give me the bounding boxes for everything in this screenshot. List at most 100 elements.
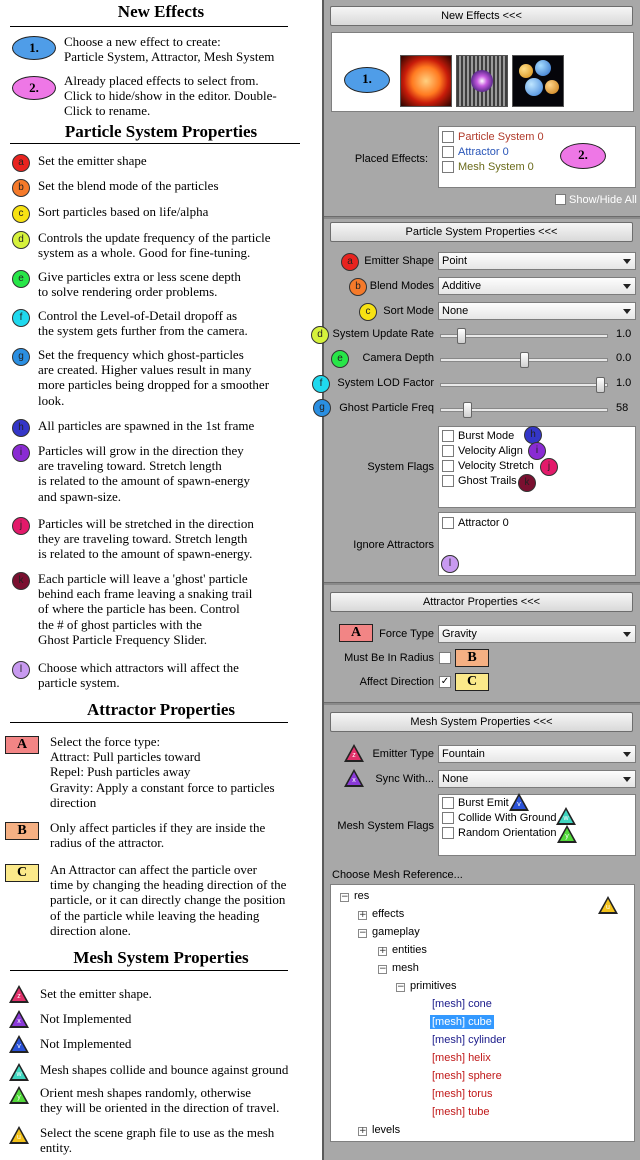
marker-e: e: [331, 350, 349, 368]
tree-node-mesh-expander[interactable]: −: [378, 965, 387, 974]
tree-mesh-item[interactable]: [mesh] tube: [430, 1105, 491, 1119]
system-flag-checkbox[interactable]: [442, 460, 454, 472]
marker-i: i: [528, 442, 546, 460]
tree-node-primitives[interactable]: primitives: [410, 980, 456, 992]
mesh-ball: [525, 78, 543, 96]
particle-props-heading: Particle System Properties: [64, 122, 258, 141]
ghost-particle-freq-slider[interactable]: [440, 402, 608, 418]
marker-h: h: [524, 426, 542, 444]
legend-circle-d: d: [12, 231, 30, 249]
tree-node-effects-expander[interactable]: +: [358, 911, 367, 920]
placed-effect-checkbox[interactable]: [442, 131, 454, 143]
tree-node-gameplay[interactable]: gameplay: [372, 926, 420, 938]
marker-A: A: [339, 624, 373, 642]
attractor-glow: [471, 70, 493, 92]
tree-node-levels-expander[interactable]: +: [358, 1127, 367, 1136]
tree-node-mesh[interactable]: mesh: [392, 962, 419, 974]
section-separator: [324, 216, 640, 219]
chevron-down-icon: [623, 752, 631, 757]
tree-node-gameplay-expander[interactable]: −: [358, 929, 367, 938]
emitter-type-dropdown[interactable]: Fountain: [438, 745, 636, 763]
new-effects-heading: New Effects: [117, 2, 205, 21]
system-flag-checkbox[interactable]: [442, 430, 454, 442]
section-separator: [324, 702, 640, 705]
system-flag-label: Velocity Stretch: [458, 460, 534, 472]
system-update-rate-slider[interactable]: [440, 328, 608, 344]
tree-mesh-item[interactable]: [mesh] cone: [430, 997, 494, 1011]
system-flags-label: System Flags: [367, 461, 434, 473]
system-update-rate-slider-thumb[interactable]: [457, 328, 466, 344]
sort-mode-label: Sort Mode: [383, 305, 434, 317]
mesh-flag-label: Collide With Ground: [458, 812, 557, 824]
tree-mesh-item[interactable]: [mesh] sphere: [430, 1069, 504, 1083]
legend-particle-text-l: Choose which attractors will affect the …: [38, 660, 239, 691]
show-hide-all-checkbox[interactable]: [555, 194, 566, 205]
attractor-section-header[interactable]: Attractor Properties <<<: [330, 592, 633, 612]
blend-modes-label: Blend Modes: [369, 280, 434, 292]
camera-depth-slider[interactable]: [440, 352, 608, 368]
legend-triangle-w: w: [9, 1063, 29, 1081]
placed-effect-item[interactable]: Particle System 0: [458, 131, 544, 143]
sync-with-dropdown[interactable]: None: [438, 770, 636, 788]
placed-effect-item[interactable]: Attractor 0: [458, 146, 509, 158]
tree-mesh-item[interactable]: [mesh] torus: [430, 1087, 495, 1101]
tree-node-effects[interactable]: effects: [372, 908, 404, 920]
system-flag-checkbox[interactable]: [442, 445, 454, 457]
tree-mesh-item[interactable]: [mesh] cube: [430, 1015, 494, 1029]
placed-effect-item[interactable]: Mesh System 0: [458, 161, 534, 173]
mesh-ball: [519, 64, 533, 78]
system-lod-factor-value: 1.0: [616, 377, 632, 389]
placed-effects-label: Placed Effects:: [354, 153, 428, 165]
legend-mesh-text-x: Not Implemented: [40, 1011, 132, 1026]
legend-particle-text-f: Control the Level-of-Detail dropoff as t…: [38, 308, 248, 339]
legend-particle-text-e: Give particles extra or less scene depth…: [38, 269, 241, 300]
tree-node-res-expander[interactable]: −: [340, 893, 349, 902]
system-lod-factor-slider-thumb[interactable]: [596, 377, 605, 393]
mesh-flag-checkbox[interactable]: [442, 797, 454, 809]
blend-modes-dropdown[interactable]: Additive: [438, 277, 636, 295]
tree-mesh-item[interactable]: [mesh] helix: [430, 1051, 493, 1065]
placed-effect-checkbox[interactable]: [442, 161, 454, 173]
legend-circle-a: a: [12, 154, 30, 172]
system-update-rate-value: 1.0: [616, 328, 632, 340]
legend-mesh-text-y: Orient mesh shapes randomly, otherwise t…: [40, 1085, 280, 1116]
particle-system-thumbnail[interactable]: [400, 55, 452, 107]
mesh-tree-view[interactable]: [330, 884, 635, 1142]
mesh-ball: [545, 80, 559, 94]
system-flag-checkbox[interactable]: [442, 475, 454, 487]
ghost-particle-freq-slider-thumb[interactable]: [463, 402, 472, 418]
legend-text-2: Already placed effects to select from. C…: [64, 73, 277, 119]
attractor-thumbnail[interactable]: [456, 55, 508, 107]
tree-node-res[interactable]: res: [354, 890, 369, 902]
tree-node-primitives-expander[interactable]: −: [396, 983, 405, 992]
mesh-flag-checkbox[interactable]: [442, 812, 454, 824]
attractor-0-label: Attractor 0: [458, 517, 509, 529]
emitter-shape-dropdown[interactable]: Point: [438, 252, 636, 270]
new-effects-section-header[interactable]: New Effects <<<: [330, 6, 633, 26]
system-lod-factor-slider[interactable]: [440, 377, 608, 393]
system-flag-label: Ghost Trails: [458, 475, 517, 487]
tree-node-entities-expander[interactable]: +: [378, 947, 387, 956]
mesh-section-header[interactable]: Mesh System Properties <<<: [330, 712, 633, 732]
tree-node-levels[interactable]: levels: [372, 1124, 400, 1136]
legend-particle-text-i: Particles will grow in the direction the…: [38, 443, 251, 504]
attractor-0-checkbox[interactable]: [442, 517, 454, 529]
mesh-system-thumbnail[interactable]: [512, 55, 564, 107]
placed-effect-checkbox[interactable]: [442, 146, 454, 158]
tree-mesh-item[interactable]: [mesh] cylinder: [430, 1033, 508, 1047]
affect-direction-checkbox[interactable]: ✓: [439, 676, 451, 688]
marker-l: l: [441, 555, 459, 573]
place-effect-label: Place New Effect...: [334, 39, 427, 51]
mesh-flag-checkbox[interactable]: [442, 827, 454, 839]
legend-panel: New Effects 1. Choose a new effect to cr…: [0, 0, 322, 1160]
force-type-dropdown[interactable]: Gravity: [438, 625, 636, 643]
legend-particle-text-g: Set the frequency which ghost-particles …: [38, 347, 270, 408]
must-be-in-radius-checkbox[interactable]: [439, 652, 451, 664]
legend-badge-2: 2.: [12, 76, 56, 100]
camera-depth-slider-thumb[interactable]: [520, 352, 529, 368]
sort-mode-dropdown[interactable]: None: [438, 302, 636, 320]
sync-with-label: Sync With...: [375, 773, 434, 785]
particle-section-header[interactable]: Particle System Properties <<<: [330, 222, 633, 242]
tree-node-entities[interactable]: entities: [392, 944, 427, 956]
legend-box-B: B: [5, 822, 39, 840]
